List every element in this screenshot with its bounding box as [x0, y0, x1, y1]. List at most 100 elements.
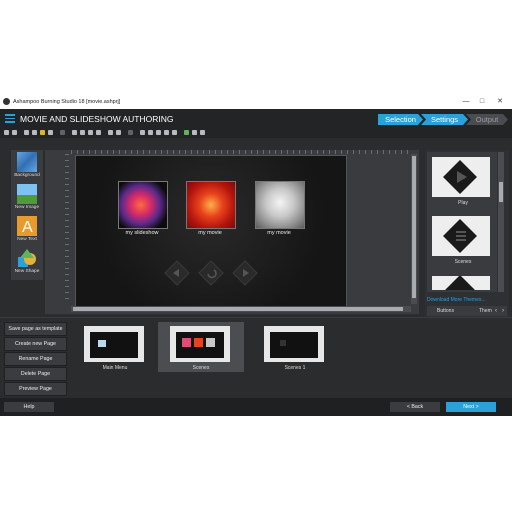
send-back-icon[interactable] — [148, 130, 153, 135]
theme-tabs: Buttons Them ‹ › — [427, 306, 507, 316]
new-image-icon — [17, 184, 37, 204]
zoom-page-icon[interactable] — [96, 130, 101, 135]
cut-icon[interactable] — [24, 130, 29, 135]
palette-new-shape[interactable]: New Shape — [13, 248, 41, 279]
page-thumb-item — [280, 340, 286, 346]
tab-next-icon[interactable]: › — [502, 308, 504, 314]
arrow-right-icon[interactable] — [172, 130, 177, 135]
page-screen — [90, 332, 138, 358]
palette-label: New Text — [17, 237, 37, 242]
theme-item-partial[interactable] — [432, 276, 490, 290]
copy-icon[interactable] — [32, 130, 37, 135]
page-title: MOVIE AND SLIDESHOW AUTHORING — [20, 114, 174, 124]
close-button[interactable]: ✕ — [494, 97, 506, 107]
arrow-left-icon — [173, 269, 179, 277]
new-text-icon: A — [17, 216, 37, 236]
canvas-horizontal-scrollbar[interactable] — [71, 306, 411, 312]
canvas-item-label: my slideshow — [125, 230, 159, 236]
step-settings[interactable]: Settings — [421, 114, 468, 125]
slideshow-thumbnail[interactable] — [118, 181, 168, 229]
return-button[interactable] — [198, 260, 224, 286]
bring-front-icon[interactable] — [140, 130, 145, 135]
page-label: Scenes 1 — [284, 365, 306, 371]
page-preview — [170, 326, 230, 362]
page-label: Main Menu — [102, 365, 128, 371]
arrow-down-icon[interactable] — [164, 130, 169, 135]
return-icon — [207, 269, 217, 279]
canvas-item-label: my movie — [267, 230, 291, 236]
next-button[interactable] — [232, 260, 258, 286]
page-preview — [264, 326, 324, 362]
back-button[interactable]: < Back — [390, 402, 440, 412]
align-right-icon[interactable] — [116, 130, 121, 135]
theme-scrollbar[interactable] — [498, 152, 504, 292]
text-a-glyph: A — [22, 219, 33, 236]
page-main-menu[interactable]: Main Menu — [72, 322, 158, 372]
theme-item-scenes[interactable] — [432, 216, 490, 256]
redo-icon[interactable] — [12, 130, 17, 135]
tab-themes[interactable]: Them — [479, 308, 492, 314]
page-scenes-1[interactable]: Scenes 1 — [252, 322, 338, 372]
header-bar: MOVIE AND SLIDESHOW AUTHORING Selection … — [0, 109, 512, 128]
tab-buttons[interactable]: Buttons — [437, 308, 454, 314]
delete-page-button[interactable]: Delete Page — [4, 367, 67, 381]
theme-panel: Play Scenes Download More Themes... Butt… — [425, 150, 509, 325]
page-screen — [270, 332, 318, 358]
play-icon — [457, 171, 467, 183]
palette-new-image[interactable]: New Image — [13, 184, 41, 215]
scenes-icon — [456, 231, 466, 241]
canvas-vertical-scrollbar[interactable] — [411, 154, 417, 304]
rename-page-button[interactable]: Rename Page — [4, 352, 67, 366]
download-themes-link[interactable]: Download More Themes... — [427, 297, 486, 303]
minimize-button[interactable]: — — [460, 97, 472, 107]
background-icon — [17, 152, 37, 172]
page-thumb-item — [206, 338, 215, 347]
settings-icon[interactable] — [200, 130, 205, 135]
paste-icon[interactable] — [40, 130, 45, 135]
vertical-ruler — [65, 154, 69, 304]
preview-page-button[interactable]: Preview Page — [4, 382, 67, 396]
save-template-button[interactable]: Save page as template — [4, 322, 67, 336]
zoom-in-icon[interactable] — [72, 130, 77, 135]
step-output[interactable]: Output — [466, 114, 508, 125]
menu-canvas[interactable]: my slideshow my movie my movie — [75, 155, 347, 307]
align-left-icon[interactable] — [108, 130, 113, 135]
zoom-fit-icon[interactable] — [88, 130, 93, 135]
arrow-up-icon[interactable] — [156, 130, 161, 135]
page-preview — [84, 326, 144, 362]
palette-new-text[interactable]: A New Text — [13, 216, 41, 247]
page-thumb-item — [194, 338, 203, 347]
page-thumb-item — [98, 340, 106, 347]
theme-item-label: Play — [458, 200, 468, 206]
image-icon[interactable] — [184, 130, 189, 135]
undo-icon[interactable] — [4, 130, 9, 135]
maximize-button[interactable]: □ — [476, 97, 488, 107]
separator-icon — [128, 130, 133, 135]
zoom-out-icon[interactable] — [80, 130, 85, 135]
movie-thumbnail[interactable] — [255, 181, 305, 229]
help-button[interactable]: Help — [4, 402, 54, 412]
step-selection[interactable]: Selection — [378, 114, 423, 125]
svg-text:A: A — [22, 219, 33, 236]
page-scenes[interactable]: Scenes — [158, 322, 244, 372]
arrow-right-icon — [243, 269, 249, 277]
toolbar — [0, 128, 512, 138]
previous-button[interactable] — [164, 260, 190, 286]
title-bar: Ashampoo Burning Studio 18 [movie.ashprj… — [0, 95, 512, 109]
next-button[interactable]: Next > — [446, 402, 496, 412]
tab-prev-icon[interactable]: ‹ — [495, 308, 497, 314]
grid-icon[interactable] — [192, 130, 197, 135]
theme-item-play[interactable] — [432, 157, 490, 197]
page-list: Main Menu Scenes Scenes 1 — [72, 322, 508, 374]
palette-label: New Image — [14, 205, 40, 210]
horizontal-ruler — [71, 150, 411, 154]
page-label: Scenes — [192, 365, 210, 371]
duplicate-icon[interactable] — [48, 130, 53, 135]
footer-bar: Help < Back Next > — [0, 398, 512, 416]
canvas-area: my slideshow my movie my movie — [45, 150, 419, 314]
movie-thumbnail[interactable] — [186, 181, 236, 229]
menu-icon[interactable] — [5, 114, 15, 123]
palette-background[interactable]: Background — [13, 152, 41, 183]
delete-icon[interactable] — [60, 130, 65, 135]
create-page-button[interactable]: Create new Page — [4, 337, 67, 351]
